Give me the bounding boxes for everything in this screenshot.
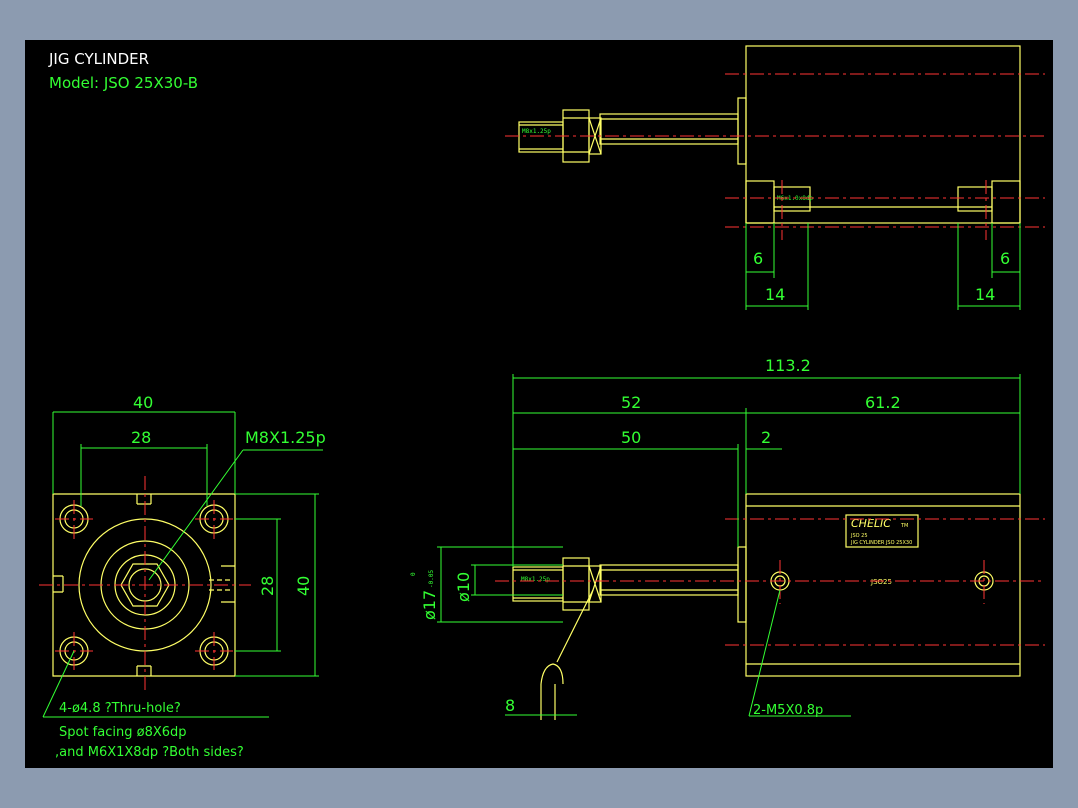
- dim-front-height-40: 40: [294, 576, 313, 596]
- dim-side-bore-dia: ø17: [420, 590, 439, 620]
- top-view: M8x1.25p M6x1.0x8dp 6 14 6 14: [505, 45, 1045, 310]
- drawing-canvas: JIG CYLINDER Model: JSO 25X30-B M8x1.25p…: [25, 40, 1053, 768]
- plate-line1: JSO 25: [850, 533, 868, 539]
- dim-side-50: 50: [621, 428, 641, 447]
- side-port-note: 2-M5X0.8p: [753, 703, 823, 718]
- top-thread-label: M8x1.25p: [522, 128, 551, 135]
- side-model-label: JSO25: [870, 578, 892, 586]
- side-view: M8x1.25p CHELIC TM JSO 25 JIG CYLINDER J…: [410, 356, 1045, 720]
- dim-top-6-right: 6: [1000, 249, 1010, 268]
- drawing-title: JIG CYLINDER: [48, 50, 149, 68]
- dim-front-height-28: 28: [258, 576, 277, 596]
- cad-drawing: JIG CYLINDER Model: JSO 25X30-B M8x1.25p…: [39, 45, 1045, 760]
- front-spot-note: Spot facing ø8X6dp: [59, 725, 187, 740]
- front-rod-thread-label: M8X1.25p: [245, 428, 326, 447]
- front-view: 40 28 28 40 M8X1.25p 4-ø4.8 ?Thru-hole? …: [39, 393, 326, 760]
- plate-brand-mark: TM: [900, 523, 908, 529]
- dim-front-pitch-28: 28: [131, 428, 151, 447]
- dim-front-width-40: 40: [133, 393, 153, 412]
- dim-side-tol-lower: -0.05: [428, 570, 435, 588]
- dim-side-total: 113.2: [765, 356, 811, 375]
- front-hole-note: 4-ø4.8 ?Thru-hole?: [59, 701, 181, 716]
- plate-line2: JIG CYLINDER JSO 25X30: [850, 540, 912, 546]
- dim-top-14-left: 14: [765, 285, 785, 304]
- dim-side-52: 52: [621, 393, 641, 412]
- dim-side-tol-upper: 0: [410, 572, 417, 576]
- dim-side-61: 61.2: [865, 393, 901, 412]
- dim-side-2: 2: [761, 428, 771, 447]
- dim-top-14-right: 14: [975, 285, 995, 304]
- drawing-model: Model: JSO 25X30-B: [49, 74, 198, 92]
- dim-side-rod-dia: ø10: [454, 572, 473, 602]
- front-tap-note: ,and M6X1X8dp ?Both sides?: [55, 745, 244, 760]
- side-thread-label: M8x1.25p: [521, 576, 550, 583]
- dim-side-8: 8: [505, 696, 515, 715]
- dim-top-6-left: 6: [753, 249, 763, 268]
